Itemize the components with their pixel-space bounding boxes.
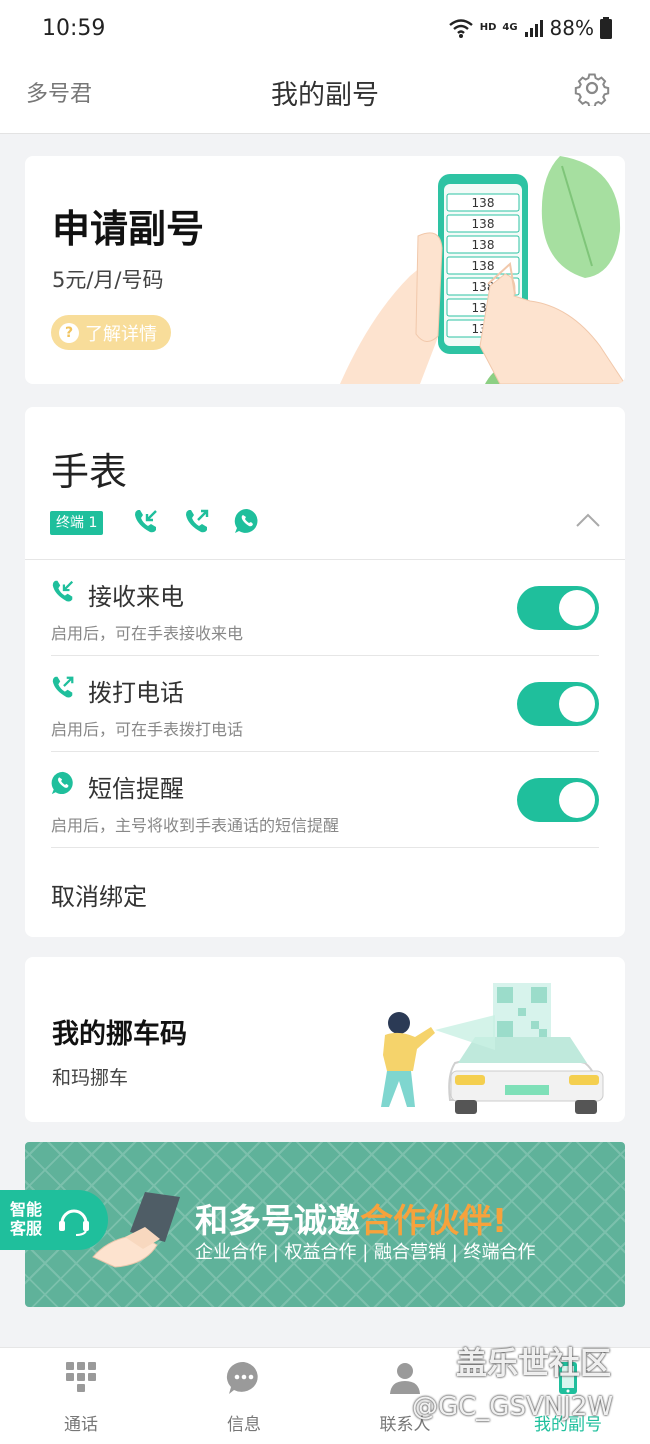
gear-icon[interactable]	[574, 70, 610, 106]
sms-reminder-subtitle: 启用后，主号将收到手表通话的短信提醒	[51, 816, 340, 835]
smart-service-button[interactable]: 智能 客服	[0, 1190, 108, 1250]
banner-headline: 和多号诚邀合作伙伴!	[195, 1194, 507, 1242]
toggle-knob	[559, 782, 595, 818]
incoming-call-icon	[135, 510, 157, 533]
banner-subline: 企业合作 | 权益合作 | 融合营销 | 终端合作	[195, 1242, 536, 1263]
wifi-icon	[448, 19, 473, 38]
sms-reminder-toggle[interactable]	[517, 778, 599, 822]
sms-bubble-icon	[51, 771, 73, 795]
phone-number-4: 138	[472, 259, 495, 273]
dialpad-icon	[66, 1362, 96, 1392]
status-time: 10:59	[42, 15, 106, 41]
tab-messages-label: 信息	[227, 1415, 261, 1435]
partner-banner[interactable]: 和多号诚邀合作伙伴! 企业合作 | 权益合作 | 融合营销 | 终端合作	[25, 1142, 625, 1307]
receive-calls-title: 接收来电	[88, 583, 184, 611]
phone-number-1: 138	[472, 196, 495, 210]
divider	[51, 655, 599, 656]
phone-number-2: 138	[472, 217, 495, 231]
parking-code-title: 我的挪车码	[52, 1019, 187, 1050]
unbind-button[interactable]: 取消绑定	[51, 877, 147, 912]
terminal-badge: 终端 1	[50, 511, 104, 535]
tab-calls-label: 通话	[64, 1415, 98, 1435]
parking-code-card[interactable]: 我的挪车码 和玛挪车	[25, 957, 625, 1122]
page-title: 我的副号	[271, 80, 379, 111]
headset-icon	[59, 1209, 89, 1236]
hd-indicator: HD	[479, 22, 497, 33]
make-calls-toggle[interactable]	[517, 682, 599, 726]
banner-headline-prefix: 和多号诚邀	[195, 1201, 360, 1240]
car-qr-illustration	[381, 983, 604, 1114]
receive-calls-subtitle: 启用后，可在手表接收来电	[51, 624, 244, 643]
battery-percent: 88%	[549, 16, 594, 40]
divider	[25, 559, 625, 560]
community-watermark: 盖乐世社区	[456, 1346, 611, 1382]
banner-headline-highlight: 合作伙伴!	[360, 1201, 508, 1240]
make-calls-title: 拨打电话	[88, 679, 184, 707]
toggle-knob	[559, 590, 595, 626]
learn-more-label: 了解详情	[85, 323, 157, 345]
divider	[51, 847, 599, 848]
watch-device-card: 手表 终端 1 接收来电 启用后，可在手表接收来电 拨打电话 启用后，可在手表拨…	[25, 407, 625, 937]
person-icon	[390, 1363, 420, 1394]
question-icon: ?	[59, 322, 79, 343]
service-label-line1: 智能	[10, 1200, 43, 1219]
parking-code-subtitle: 和玛挪车	[52, 1067, 129, 1089]
user-handle-watermark: @GC_GSVNJ2W	[412, 1392, 614, 1422]
toggle-knob	[559, 686, 595, 722]
sms-bubble-icon	[234, 508, 258, 533]
make-calls-subtitle: 启用后，可在手表拨打电话	[51, 720, 244, 739]
device-name: 手表	[51, 450, 128, 494]
tab-calls[interactable]: 通话	[21, 1348, 141, 1444]
phone-number-3: 138	[472, 238, 495, 252]
tab-messages[interactable]: 信息	[184, 1348, 304, 1444]
learn-more-button[interactable]: ? 了解详情	[51, 315, 171, 350]
network-4g-indicator: 4G	[502, 22, 518, 33]
sms-reminder-title: 短信提醒	[88, 775, 184, 803]
status-bar: 10:59 HD 4G 88%	[0, 0, 650, 56]
outgoing-call-icon	[52, 676, 74, 698]
receive-calls-toggle[interactable]	[517, 586, 599, 630]
chat-bubble-icon	[226, 1361, 258, 1394]
battery-icon	[600, 17, 612, 39]
outgoing-call-icon	[186, 509, 209, 533]
chevron-up-icon[interactable]	[575, 511, 601, 529]
divider	[51, 751, 599, 752]
apply-price: 5元/月/号码	[52, 268, 164, 292]
app-header: 多号君 我的副号	[0, 56, 650, 134]
phone-hand-illustration: 138 138 138 138 138 138 138	[340, 156, 625, 384]
signal-icon	[524, 20, 543, 37]
service-label-line2: 客服	[10, 1219, 43, 1238]
incoming-call-icon	[52, 580, 74, 602]
apply-secondary-number-card[interactable]: 申请副号 5元/月/号码 ? 了解详情 138 138 138 138 138 …	[25, 156, 625, 384]
apply-title: 申请副号	[52, 207, 205, 251]
